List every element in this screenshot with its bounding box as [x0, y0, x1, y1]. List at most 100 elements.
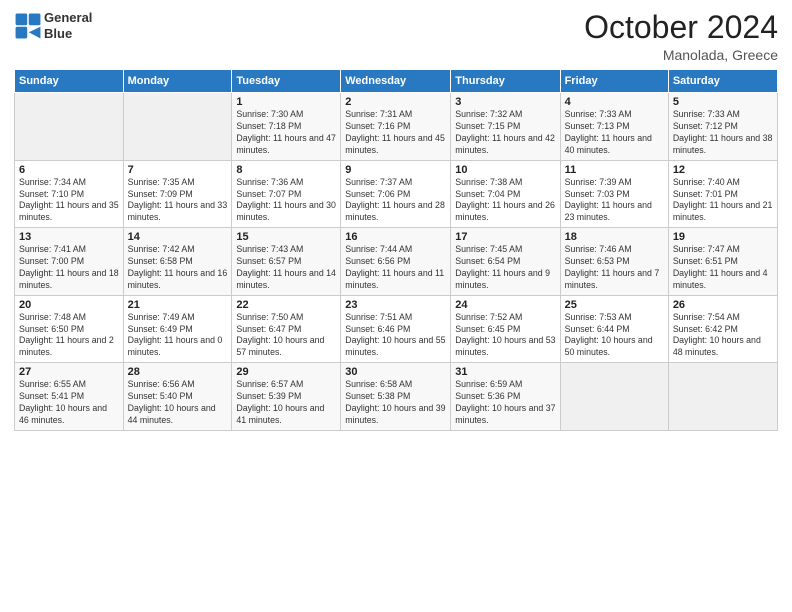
day-cell: 3Sunrise: 7:32 AMSunset: 7:15 PMDaylight… — [451, 93, 560, 161]
day-cell: 8Sunrise: 7:36 AMSunset: 7:07 PMDaylight… — [232, 160, 341, 228]
day-cell: 13Sunrise: 7:41 AMSunset: 7:00 PMDayligh… — [15, 228, 124, 296]
day-info: Sunrise: 7:34 AMSunset: 7:10 PMDaylight:… — [19, 177, 119, 225]
day-number: 19 — [673, 231, 773, 243]
day-info: Sunrise: 7:43 AMSunset: 6:57 PMDaylight:… — [236, 244, 336, 292]
day-cell — [668, 363, 777, 431]
day-number: 2 — [345, 96, 446, 108]
day-number: 10 — [455, 164, 555, 176]
day-cell: 2Sunrise: 7:31 AMSunset: 7:16 PMDaylight… — [341, 93, 451, 161]
week-row-4: 20Sunrise: 7:48 AMSunset: 6:50 PMDayligh… — [15, 295, 778, 363]
day-number: 18 — [565, 231, 664, 243]
day-cell: 21Sunrise: 7:49 AMSunset: 6:49 PMDayligh… — [123, 295, 232, 363]
day-cell: 4Sunrise: 7:33 AMSunset: 7:13 PMDaylight… — [560, 93, 668, 161]
day-number: 27 — [19, 366, 119, 378]
day-number: 20 — [19, 299, 119, 311]
week-row-3: 13Sunrise: 7:41 AMSunset: 7:00 PMDayligh… — [15, 228, 778, 296]
day-info: Sunrise: 7:40 AMSunset: 7:01 PMDaylight:… — [673, 177, 773, 225]
day-cell: 1Sunrise: 7:30 AMSunset: 7:18 PMDaylight… — [232, 93, 341, 161]
day-info: Sunrise: 7:32 AMSunset: 7:15 PMDaylight:… — [455, 109, 555, 157]
day-info: Sunrise: 6:55 AMSunset: 5:41 PMDaylight:… — [19, 379, 119, 427]
day-number: 25 — [565, 299, 664, 311]
day-number: 1 — [236, 96, 336, 108]
day-cell: 23Sunrise: 7:51 AMSunset: 6:46 PMDayligh… — [341, 295, 451, 363]
day-number: 15 — [236, 231, 336, 243]
day-info: Sunrise: 7:38 AMSunset: 7:04 PMDaylight:… — [455, 177, 555, 225]
day-number: 13 — [19, 231, 119, 243]
day-info: Sunrise: 7:51 AMSunset: 6:46 PMDaylight:… — [345, 312, 446, 360]
day-info: Sunrise: 6:58 AMSunset: 5:38 PMDaylight:… — [345, 379, 446, 427]
calendar-table: Sunday Monday Tuesday Wednesday Thursday… — [14, 69, 778, 431]
day-info: Sunrise: 7:52 AMSunset: 6:45 PMDaylight:… — [455, 312, 555, 360]
day-number: 7 — [128, 164, 228, 176]
day-number: 30 — [345, 366, 446, 378]
logo-text: General Blue — [44, 10, 92, 41]
day-cell: 12Sunrise: 7:40 AMSunset: 7:01 PMDayligh… — [668, 160, 777, 228]
day-number: 23 — [345, 299, 446, 311]
day-info: Sunrise: 7:45 AMSunset: 6:54 PMDaylight:… — [455, 244, 555, 292]
day-cell — [15, 93, 124, 161]
day-cell: 18Sunrise: 7:46 AMSunset: 6:53 PMDayligh… — [560, 228, 668, 296]
day-info: Sunrise: 7:33 AMSunset: 7:12 PMDaylight:… — [673, 109, 773, 157]
header: General Blue October 2024 Manolada, Gree… — [14, 10, 778, 63]
day-cell: 30Sunrise: 6:58 AMSunset: 5:38 PMDayligh… — [341, 363, 451, 431]
calendar-page: General Blue October 2024 Manolada, Gree… — [0, 0, 792, 612]
day-number: 22 — [236, 299, 336, 311]
week-row-2: 6Sunrise: 7:34 AMSunset: 7:10 PMDaylight… — [15, 160, 778, 228]
logo-line2: Blue — [44, 26, 92, 42]
day-number: 3 — [455, 96, 555, 108]
day-cell: 24Sunrise: 7:52 AMSunset: 6:45 PMDayligh… — [451, 295, 560, 363]
logo-line1: General — [44, 10, 92, 26]
day-cell: 14Sunrise: 7:42 AMSunset: 6:58 PMDayligh… — [123, 228, 232, 296]
col-wednesday: Wednesday — [341, 70, 451, 93]
day-info: Sunrise: 7:36 AMSunset: 7:07 PMDaylight:… — [236, 177, 336, 225]
day-number: 14 — [128, 231, 228, 243]
col-friday: Friday — [560, 70, 668, 93]
week-row-5: 27Sunrise: 6:55 AMSunset: 5:41 PMDayligh… — [15, 363, 778, 431]
col-saturday: Saturday — [668, 70, 777, 93]
day-cell: 25Sunrise: 7:53 AMSunset: 6:44 PMDayligh… — [560, 295, 668, 363]
day-number: 29 — [236, 366, 336, 378]
day-info: Sunrise: 7:53 AMSunset: 6:44 PMDaylight:… — [565, 312, 664, 360]
day-cell — [560, 363, 668, 431]
day-number: 4 — [565, 96, 664, 108]
day-info: Sunrise: 7:44 AMSunset: 6:56 PMDaylight:… — [345, 244, 446, 292]
day-cell: 10Sunrise: 7:38 AMSunset: 7:04 PMDayligh… — [451, 160, 560, 228]
day-number: 11 — [565, 164, 664, 176]
day-info: Sunrise: 7:39 AMSunset: 7:03 PMDaylight:… — [565, 177, 664, 225]
day-info: Sunrise: 7:46 AMSunset: 6:53 PMDaylight:… — [565, 244, 664, 292]
day-info: Sunrise: 6:57 AMSunset: 5:39 PMDaylight:… — [236, 379, 336, 427]
day-number: 6 — [19, 164, 119, 176]
subtitle: Manolada, Greece — [584, 47, 778, 63]
title-block: October 2024 Manolada, Greece — [584, 10, 778, 63]
day-info: Sunrise: 7:31 AMSunset: 7:16 PMDaylight:… — [345, 109, 446, 157]
day-number: 21 — [128, 299, 228, 311]
header-row: Sunday Monday Tuesday Wednesday Thursday… — [15, 70, 778, 93]
day-cell: 28Sunrise: 6:56 AMSunset: 5:40 PMDayligh… — [123, 363, 232, 431]
day-info: Sunrise: 7:37 AMSunset: 7:06 PMDaylight:… — [345, 177, 446, 225]
logo: General Blue — [14, 10, 92, 41]
col-tuesday: Tuesday — [232, 70, 341, 93]
day-cell: 16Sunrise: 7:44 AMSunset: 6:56 PMDayligh… — [341, 228, 451, 296]
day-cell: 22Sunrise: 7:50 AMSunset: 6:47 PMDayligh… — [232, 295, 341, 363]
day-cell: 15Sunrise: 7:43 AMSunset: 6:57 PMDayligh… — [232, 228, 341, 296]
day-info: Sunrise: 7:54 AMSunset: 6:42 PMDaylight:… — [673, 312, 773, 360]
day-info: Sunrise: 7:41 AMSunset: 7:00 PMDaylight:… — [19, 244, 119, 292]
day-cell: 27Sunrise: 6:55 AMSunset: 5:41 PMDayligh… — [15, 363, 124, 431]
day-cell: 31Sunrise: 6:59 AMSunset: 5:36 PMDayligh… — [451, 363, 560, 431]
day-info: Sunrise: 7:30 AMSunset: 7:18 PMDaylight:… — [236, 109, 336, 157]
day-info: Sunrise: 7:48 AMSunset: 6:50 PMDaylight:… — [19, 312, 119, 360]
main-title: October 2024 — [584, 10, 778, 45]
day-number: 26 — [673, 299, 773, 311]
day-number: 16 — [345, 231, 446, 243]
day-number: 5 — [673, 96, 773, 108]
day-cell: 29Sunrise: 6:57 AMSunset: 5:39 PMDayligh… — [232, 363, 341, 431]
day-cell: 5Sunrise: 7:33 AMSunset: 7:12 PMDaylight… — [668, 93, 777, 161]
day-info: Sunrise: 6:59 AMSunset: 5:36 PMDaylight:… — [455, 379, 555, 427]
day-info: Sunrise: 7:42 AMSunset: 6:58 PMDaylight:… — [128, 244, 228, 292]
day-number: 24 — [455, 299, 555, 311]
day-cell: 17Sunrise: 7:45 AMSunset: 6:54 PMDayligh… — [451, 228, 560, 296]
day-info: Sunrise: 6:56 AMSunset: 5:40 PMDaylight:… — [128, 379, 228, 427]
day-number: 8 — [236, 164, 336, 176]
day-info: Sunrise: 7:47 AMSunset: 6:51 PMDaylight:… — [673, 244, 773, 292]
day-cell: 19Sunrise: 7:47 AMSunset: 6:51 PMDayligh… — [668, 228, 777, 296]
